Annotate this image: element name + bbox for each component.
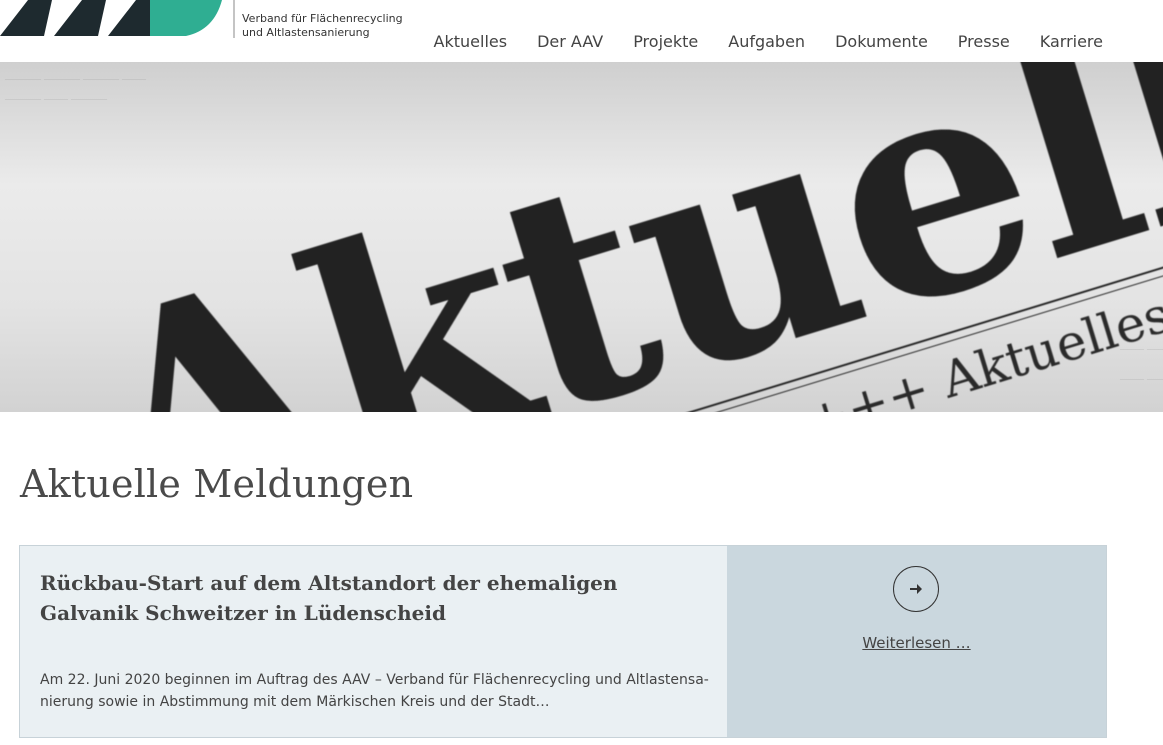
hero-banner: ——— ——— ——— —— ——— —— ——— —— —— —— ——— A…: [0, 62, 1163, 412]
nav-item-aktuelles[interactable]: Aktuelles: [419, 32, 523, 52]
read-more-link[interactable]: Weiterlesen …: [727, 634, 1106, 652]
nav-item-projekte[interactable]: Projekte: [618, 32, 713, 52]
nav-item-aufgaben[interactable]: Aufgaben: [713, 32, 820, 52]
aav-logo[interactable]: [0, 0, 240, 40]
news-card-action: Weiterlesen …: [727, 546, 1106, 737]
nav-item-dokumente[interactable]: Dokumente: [820, 32, 943, 52]
main-navigation: Aktuelles Der AAV Projekte Aufgaben Doku…: [419, 32, 1103, 52]
newspaper-image: ——— ——— ——— —— ——— —— ——— —— —— —— ——— A…: [4, 62, 1163, 412]
read-more-arrow-button[interactable]: [893, 566, 939, 612]
logo-tagline: Verband für Flächenrecycling und Altlast…: [242, 12, 403, 40]
news-excerpt: Am 22. Juni 2020 beginnen im Auftrag des…: [40, 672, 709, 710]
site-header: Verband für Flächenrecycling und Altlast…: [0, 0, 1163, 62]
news-card: Rückbau-Start auf dem Altstandort der eh…: [19, 545, 1107, 738]
nav-item-karriere[interactable]: Karriere: [1025, 32, 1103, 52]
news-title[interactable]: Rückbau-Start auf dem Altstandort der eh…: [40, 568, 707, 628]
tagline-line-1: Verband für Flächenrecycling: [242, 12, 403, 25]
news-card-content: Rückbau-Start auf dem Altstandort der eh…: [20, 546, 727, 737]
svg-text:—— ———: —— ———: [1119, 371, 1163, 385]
nav-item-der-aav[interactable]: Der AAV: [522, 32, 618, 52]
svg-text:——— —— ———: ——— —— ———: [4, 91, 108, 105]
arrow-right-icon: [910, 584, 922, 594]
nav-item-presse[interactable]: Presse: [943, 32, 1025, 52]
svg-text:——— ——— ——— ——: ——— ——— ——— ——: [4, 71, 147, 85]
page-title: Aktuelle Meldungen: [20, 462, 414, 506]
tagline-line-2: und Altlastensanierung: [242, 26, 370, 39]
